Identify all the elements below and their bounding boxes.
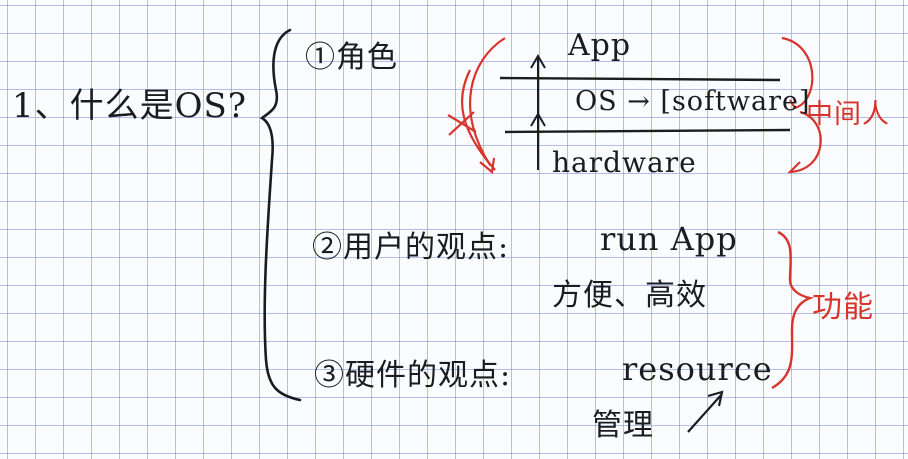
layer-os: OS → [software] <box>575 86 811 117</box>
left-brace <box>259 28 302 402</box>
question-heading: 1、什么是OS? <box>12 86 248 126</box>
function-label: 功能 <box>812 290 874 325</box>
up-arrow-1 <box>530 54 546 120</box>
layer-hardware: hardware <box>552 146 697 179</box>
red-right-brace <box>771 230 815 390</box>
divider-top <box>499 76 781 82</box>
user-view-marker: ②用户的观点: <box>312 230 510 265</box>
layer-app: App <box>568 28 632 63</box>
note-page: 1、什么是OS? ①角色 App OS → [software] hardwar… <box>0 0 908 459</box>
user-view-text: run App <box>600 220 738 258</box>
hardware-view-text: resource <box>622 350 773 388</box>
role-marker: ①角色 <box>305 40 398 75</box>
hardware-view-subtext: 管理 <box>592 408 654 443</box>
red-left-curve-1 <box>468 37 506 166</box>
divider-bottom <box>504 128 791 134</box>
hardware-view-marker: ③硬件的观点: <box>314 358 512 393</box>
red-left-curve-2 <box>460 69 496 171</box>
user-view-subtext: 方便、高效 <box>552 278 707 313</box>
middleman-label: 中间人 <box>806 99 890 130</box>
up-arrow-2 <box>530 112 546 170</box>
diagonal-arrow <box>687 390 724 433</box>
